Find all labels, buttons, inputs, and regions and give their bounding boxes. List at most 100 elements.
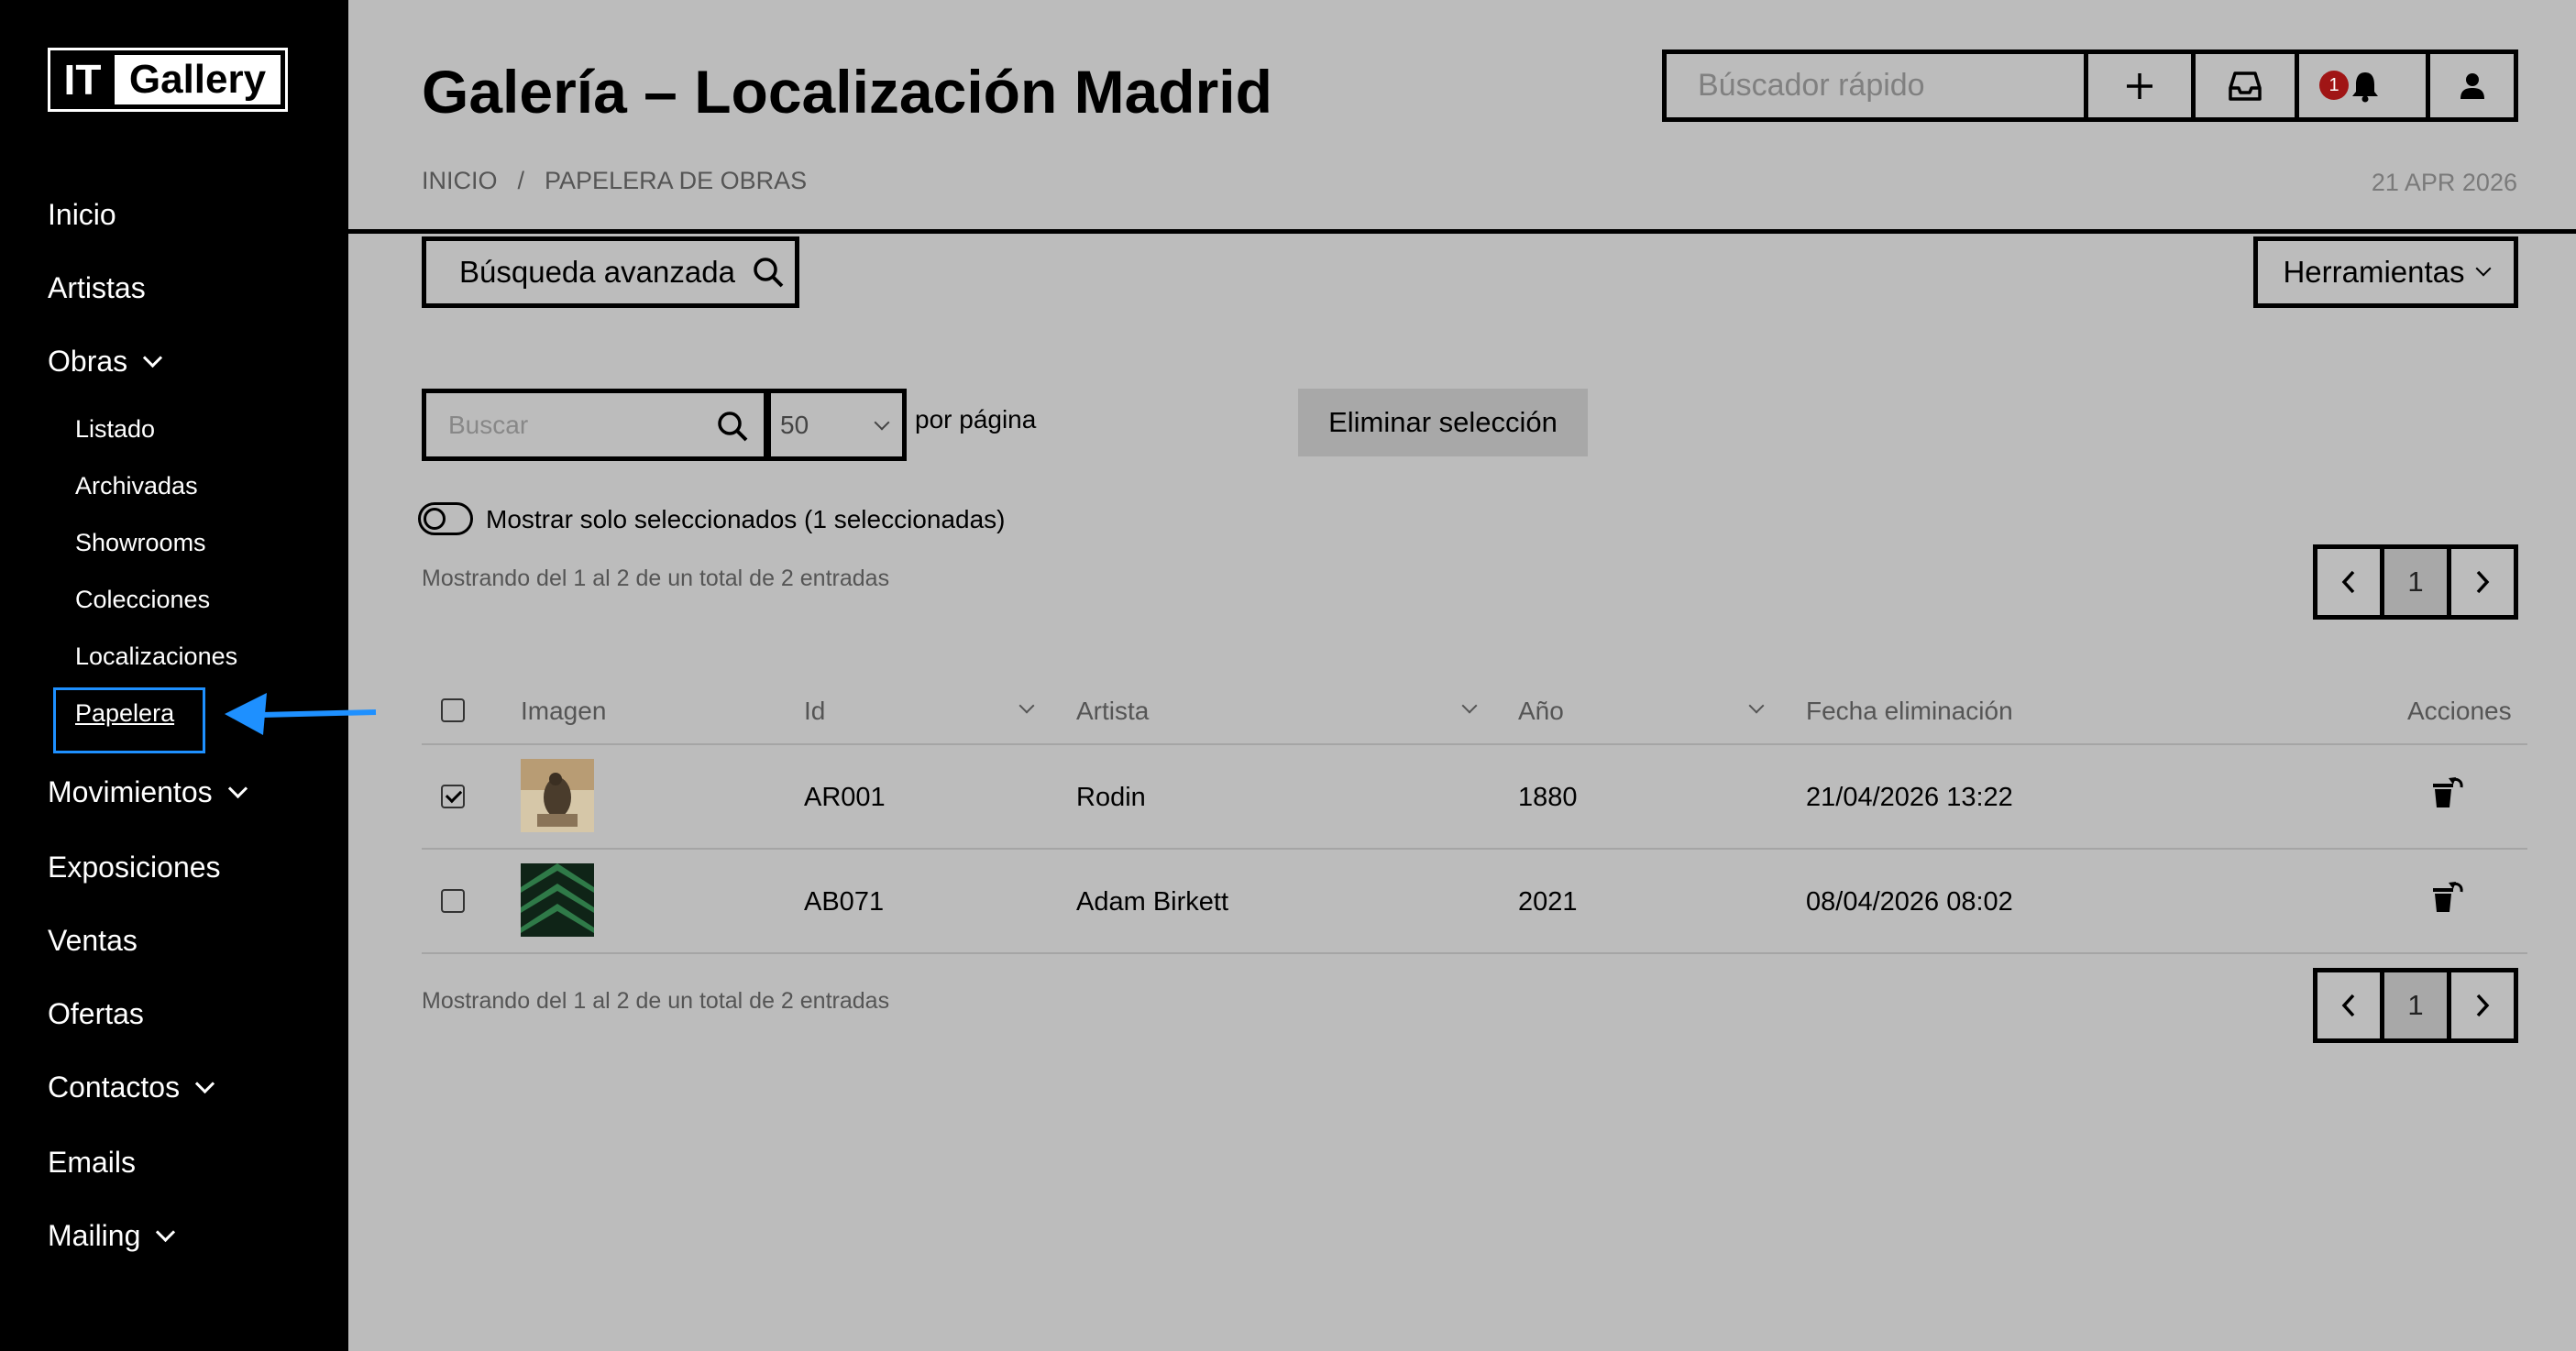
restore-trash-icon[interactable] <box>2429 775 2466 810</box>
sort-chevron-icon[interactable] <box>1018 697 1035 714</box>
column-header-fecha-eliminacion: Fecha eliminación <box>1806 697 2013 725</box>
row-checkbox[interactable] <box>441 785 465 808</box>
sidebar: IT Gallery Inicio Artistas Obras Listado… <box>0 0 348 1351</box>
cell-artist: Rodin <box>1076 783 1146 812</box>
advanced-search-button[interactable]: Búsqueda avanzada <box>422 236 799 308</box>
pagination-top: 1 <box>2313 544 2518 620</box>
current-date: 21 APR 2026 <box>2371 169 2517 196</box>
sidebar-item-label: Obras <box>48 345 128 378</box>
next-page-button[interactable] <box>2451 972 2514 1038</box>
header-divider <box>348 229 2576 234</box>
cell-deleted-date: 21/04/2026 13:22 <box>1806 783 2013 812</box>
column-header-artista[interactable]: Artista <box>1076 697 1149 726</box>
sidebar-item-artistas[interactable]: Artistas <box>48 271 146 305</box>
per-page-select[interactable]: 50 <box>766 389 907 461</box>
sidebar-item-ventas[interactable]: Ventas <box>48 924 138 958</box>
inbox-icon <box>2229 71 2262 101</box>
next-page-button[interactable] <box>2451 549 2514 615</box>
page-number-button[interactable]: 1 <box>2384 549 2451 615</box>
sidebar-subitem-showrooms[interactable]: Showrooms <box>75 529 206 557</box>
cell-artist: Adam Birkett <box>1076 887 1228 917</box>
breadcrumb: INICIO / PAPELERA DE OBRAS <box>422 167 807 195</box>
table-row-divider <box>422 952 2527 954</box>
sidebar-item-emails[interactable]: Emails <box>48 1146 136 1180</box>
toggle-knob <box>424 508 446 530</box>
sidebar-item-label: Ofertas <box>48 997 144 1030</box>
select-all-checkbox[interactable] <box>441 698 465 722</box>
chevron-down-icon <box>2475 260 2492 277</box>
breadcrumb-current: PAPELERA DE OBRAS <box>545 167 808 194</box>
pointer-arrow-icon <box>225 693 377 735</box>
user-icon <box>2460 72 2484 99</box>
chevron-left-icon <box>2341 570 2355 594</box>
sidebar-item-label: Mailing <box>48 1219 141 1252</box>
sidebar-item-label: Contactos <box>48 1071 181 1104</box>
sidebar-subitem-papelera[interactable]: Papelera <box>75 699 174 728</box>
table-row-divider <box>422 848 2527 850</box>
sidebar-item-movimientos[interactable]: Movimientos <box>48 775 248 809</box>
search-placeholder: Buscar <box>448 410 529 439</box>
logo-it: IT <box>63 56 102 104</box>
column-header-id[interactable]: Id <box>804 697 825 726</box>
chevron-left-icon <box>2341 994 2355 1017</box>
show-selected-toggle[interactable] <box>418 502 473 535</box>
prev-page-button[interactable] <box>2317 549 2384 615</box>
sidebar-subitem-colecciones[interactable]: Colecciones <box>75 586 210 614</box>
sidebar-subitem-listado[interactable]: Listado <box>75 415 155 444</box>
row-checkbox[interactable] <box>441 889 465 913</box>
sidebar-item-label: Artistas <box>48 271 146 304</box>
show-selected-label: Mostrar solo seleccionados (1 selecciona… <box>486 505 1006 533</box>
advanced-search-label: Búsqueda avanzada <box>459 255 735 289</box>
sidebar-item-inicio[interactable]: Inicio <box>48 198 116 232</box>
table-search-input[interactable]: Buscar <box>422 389 768 461</box>
inbox-button[interactable] <box>2196 54 2299 117</box>
page-number-button[interactable]: 1 <box>2384 972 2451 1038</box>
restore-trash-icon[interactable] <box>2429 880 2466 915</box>
bell-icon <box>2352 71 2378 102</box>
search-icon <box>754 258 784 288</box>
top-toolbar: Búscador rápido 1 <box>1662 49 2518 122</box>
cell-id: AB071 <box>804 887 885 917</box>
sidebar-subitem-archivadas[interactable]: Archivadas <box>75 472 198 500</box>
sidebar-subitem-localizaciones[interactable]: Localizaciones <box>75 643 237 671</box>
sort-chevron-icon[interactable] <box>1461 697 1478 714</box>
column-header-imagen: Imagen <box>521 697 607 725</box>
delete-selection-button[interactable]: Eliminar selección <box>1298 389 1588 456</box>
breadcrumb-inicio[interactable]: INICIO <box>422 167 498 194</box>
sidebar-item-mailing[interactable]: Mailing <box>48 1219 176 1253</box>
chevron-right-icon <box>2476 994 2490 1017</box>
tools-label: Herramientas <box>2283 255 2465 289</box>
sort-chevron-icon[interactable] <box>1748 697 1765 714</box>
breadcrumb-separator: / <box>517 167 525 194</box>
pagination-bottom: 1 <box>2313 968 2518 1043</box>
logo-gallery: Gallery <box>115 55 281 104</box>
page-title: Galería – Localización Madrid <box>422 58 1272 126</box>
sidebar-item-label: Exposiciones <box>48 851 221 884</box>
add-button[interactable] <box>2088 54 2196 117</box>
chevron-down-icon <box>194 1073 215 1094</box>
per-page-value: 50 <box>780 410 809 439</box>
artwork-thumbnail[interactable] <box>521 759 594 832</box>
notifications-button[interactable]: 1 <box>2299 54 2430 117</box>
cell-deleted-date: 08/04/2026 08:02 <box>1806 887 2013 917</box>
chevron-down-icon <box>227 778 248 799</box>
sidebar-item-obras[interactable]: Obras <box>48 345 163 379</box>
chevron-down-icon <box>874 414 890 431</box>
plus-icon <box>2127 72 2152 99</box>
it-gallery-logo[interactable]: IT Gallery <box>48 48 288 112</box>
sidebar-item-label: Movimientos <box>48 775 213 808</box>
per-page-label: por página <box>915 405 1037 434</box>
artwork-thumbnail[interactable] <box>521 863 594 937</box>
cell-year: 1880 <box>1518 783 1578 812</box>
search-icon <box>718 412 748 442</box>
notification-badge: 1 <box>2319 71 2349 100</box>
user-button[interactable] <box>2430 54 2514 117</box>
chevron-down-icon <box>156 1222 176 1243</box>
prev-page-button[interactable] <box>2317 972 2384 1038</box>
sidebar-item-contactos[interactable]: Contactos <box>48 1071 215 1104</box>
tools-dropdown-button[interactable]: Herramientas <box>2253 236 2518 308</box>
sidebar-item-exposiciones[interactable]: Exposiciones <box>48 851 221 884</box>
sidebar-item-ofertas[interactable]: Ofertas <box>48 997 144 1031</box>
quick-search-input[interactable]: Búscador rápido <box>1667 54 2088 117</box>
column-header-ano[interactable]: Año <box>1518 697 1564 726</box>
